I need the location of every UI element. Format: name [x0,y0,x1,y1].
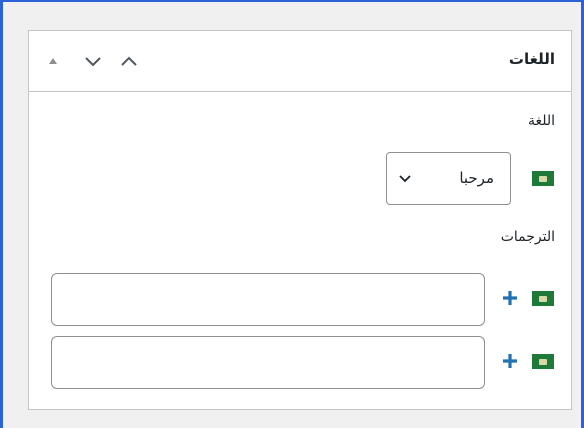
languages-panel: اللغات اللغة مرحبا الترجمات [28,30,572,410]
panel-title: اللغات [508,50,555,68]
add-translation-plus-icon[interactable] [501,289,519,307]
collapse-down-button[interactable] [81,49,105,73]
language-select-value: مرحبا [459,169,494,187]
move-up-button[interactable] [41,49,65,73]
saudi-flag-icon [532,291,554,306]
expand-up-button[interactable] [117,49,141,73]
saudi-flag-icon [532,171,554,186]
add-translation-plus-icon[interactable] [501,352,519,370]
chevron-down-icon [399,175,411,183]
language-label: اللغة [527,113,555,129]
translations-label: الترجمات [500,229,555,245]
translation-input-1[interactable] [51,273,485,326]
chevron-up-icon [121,56,137,66]
translation-input-2[interactable] [51,336,485,389]
triangle-up-icon [49,58,57,64]
chevron-down-icon [85,57,101,67]
saudi-flag-icon [532,354,554,369]
language-select[interactable]: مرحبا [386,152,511,205]
panel-header: اللغات [29,31,571,92]
